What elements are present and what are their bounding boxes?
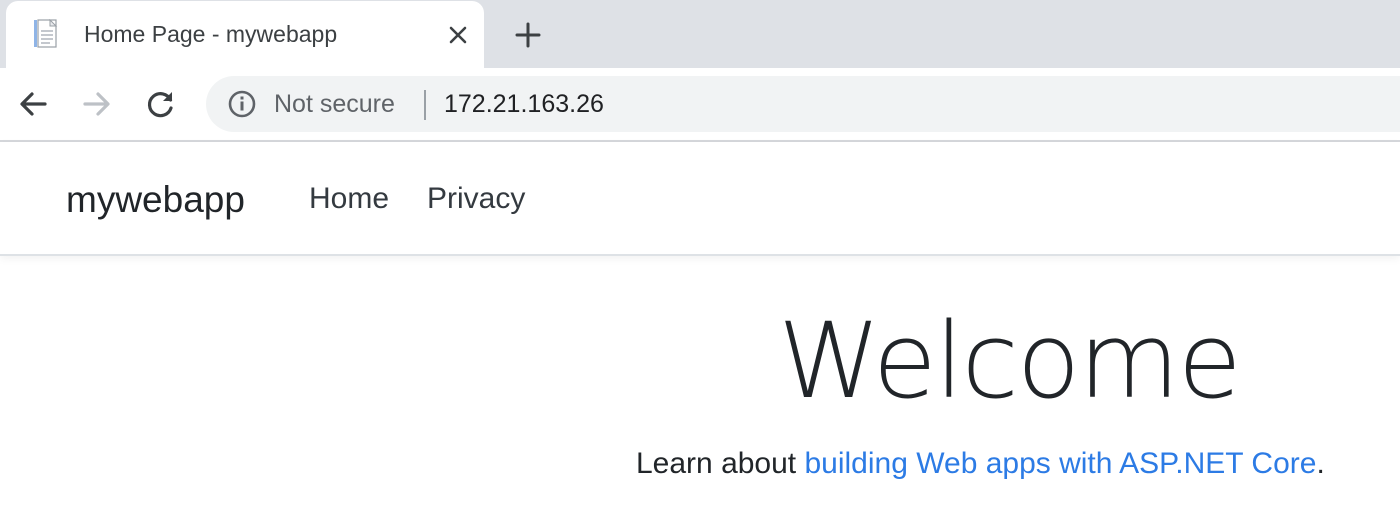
page-heading: Welcome [778, 300, 1242, 422]
site-navbar: mywebapp Home Privacy [0, 142, 1400, 256]
arrow-right-icon [83, 92, 110, 116]
aspnet-docs-link[interactable]: building Web apps with ASP.NET Core [804, 447, 1316, 480]
tab-title: Home Page - mywebapp [84, 21, 338, 47]
forward-button[interactable] [79, 86, 115, 122]
security-status-label[interactable]: Not secure [274, 89, 395, 119]
nav-link-home[interactable]: Home [309, 180, 389, 218]
close-tab-button[interactable] [444, 21, 472, 49]
url-text[interactable]: 172.21.163.26 [444, 89, 604, 119]
close-icon [449, 26, 467, 44]
new-tab-button[interactable] [511, 18, 545, 52]
reload-icon [147, 92, 173, 118]
intro-suffix: . [1316, 447, 1325, 480]
document-icon [34, 19, 58, 48]
browser-toolbar: Not secure 172.21.163.26 [0, 68, 1400, 140]
reload-button[interactable] [143, 86, 179, 122]
info-icon[interactable] [227, 89, 257, 119]
plus-icon [515, 22, 541, 48]
address-separator [424, 90, 426, 120]
address-bar[interactable]: Not secure 172.21.163.26 [206, 76, 1400, 132]
intro-paragraph: Learn about building Web apps with ASP.N… [636, 444, 1325, 484]
tab-strip: Home Page - mywebapp [0, 0, 1400, 68]
back-button[interactable] [15, 86, 51, 122]
intro-text: Learn about [636, 447, 805, 480]
nav-link-privacy[interactable]: Privacy [427, 180, 525, 218]
browser-tab[interactable]: Home Page - mywebapp [6, 1, 484, 68]
arrow-left-icon [20, 92, 47, 116]
site-brand-link[interactable]: mywebapp [66, 178, 245, 222]
